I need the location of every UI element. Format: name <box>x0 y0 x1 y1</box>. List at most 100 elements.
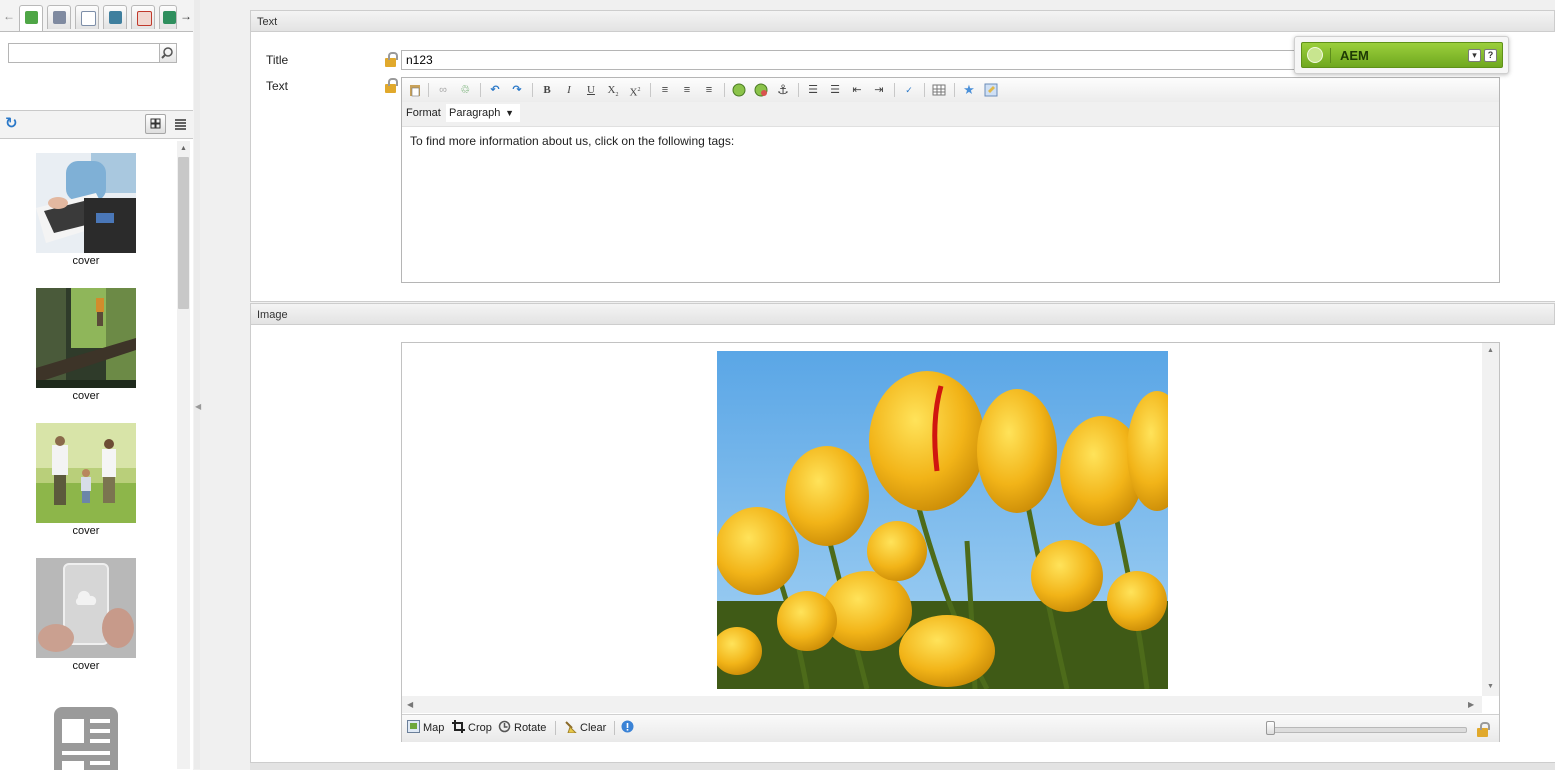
anchor-icon[interactable]: ⚓ <box>776 83 790 97</box>
find-replace-icon[interactable]: ♲ <box>458 83 472 97</box>
collapse-arrow-icon[interactable]: ◀ <box>195 402 201 411</box>
rotate-button[interactable]: Rotate <box>498 720 546 736</box>
image-panel-title: Image <box>257 309 288 321</box>
scroll-up-arrow-icon[interactable]: ▲ <box>1487 347 1494 354</box>
source-edit-icon[interactable] <box>984 83 998 97</box>
asset-item[interactable]: cover <box>36 558 136 672</box>
scroll-down-arrow-icon[interactable]: ▼ <box>1487 683 1494 690</box>
format-label: Format <box>406 107 441 119</box>
remove-link-icon[interactable] <box>754 83 768 97</box>
tab-media[interactable] <box>47 5 71 29</box>
asset-list: cover cover cover cover ▲ <box>0 138 193 770</box>
tab-pages[interactable] <box>159 5 177 29</box>
toolbar-separator <box>555 721 556 735</box>
editor-area: Text Title Text ∞ ♲ ↶ ↷ B I U X2 X2 ≡ ≡ <box>250 10 1555 770</box>
outdent-icon[interactable]: ⇤ <box>850 83 864 97</box>
zoom-slider-thumb[interactable] <box>1266 721 1275 735</box>
table-icon[interactable] <box>932 83 946 97</box>
tab-images[interactable] <box>19 5 43 32</box>
asset-caption: cover <box>72 525 100 537</box>
spellcheck-icon[interactable]: ✓ <box>902 83 916 97</box>
tab-movies[interactable] <box>103 5 127 29</box>
lock-icon[interactable] <box>385 78 398 93</box>
broom-icon <box>565 721 577 733</box>
scroll-up-arrow-icon[interactable]: ▲ <box>180 145 187 152</box>
image-horizontal-scrollbar[interactable]: ◀ ▶ <box>402 696 1482 713</box>
clear-button[interactable]: Clear <box>564 720 606 736</box>
italic-icon[interactable]: I <box>562 83 576 97</box>
rotate-label: Rotate <box>514 722 547 734</box>
tabs-right-arrow-icon[interactable]: → <box>179 8 193 24</box>
info-icon <box>621 720 634 733</box>
scroll-left-arrow-icon[interactable]: ◀ <box>407 700 413 709</box>
align-right-icon[interactable]: ≡ <box>702 83 716 97</box>
scrollbar-thumb[interactable] <box>178 157 189 309</box>
lock-icon[interactable] <box>1477 722 1490 737</box>
asset-item[interactable]: cover <box>36 153 136 267</box>
text-panel-header[interactable]: Text <box>250 10 1555 32</box>
unlink-icon[interactable]: ∞ <box>436 83 450 97</box>
undo-icon[interactable]: ↶ <box>488 83 502 97</box>
family-walking-thumbnail <box>36 423 136 523</box>
map-button[interactable]: Map <box>407 720 444 736</box>
tab-documents[interactable] <box>75 5 99 29</box>
search-input[interactable] <box>8 43 160 63</box>
special-characters-icon[interactable]: ★ <box>962 83 976 97</box>
toolbar-separator <box>798 83 799 97</box>
scroll-right-arrow-icon[interactable]: ▶ <box>1468 700 1474 709</box>
search-button[interactable] <box>160 43 177 63</box>
subscript-icon[interactable]: X2 <box>606 83 620 98</box>
page-template-icon <box>54 707 118 770</box>
numbered-list-icon[interactable]: ☰ <box>828 83 842 97</box>
image-panel-header[interactable]: Image <box>250 303 1555 325</box>
format-selected-value: Paragraph <box>449 107 501 119</box>
zoom-slider[interactable] <box>1267 727 1467 733</box>
image-vertical-scrollbar[interactable]: ▲ ▼ <box>1482 343 1499 696</box>
crop-button[interactable]: Crop <box>452 720 492 736</box>
list-view-button[interactable] <box>170 114 191 134</box>
bold-icon[interactable]: B <box>540 83 554 97</box>
asset-item[interactable]: cover <box>36 288 136 402</box>
toolbar-separator <box>650 83 651 97</box>
tabs-left-arrow-icon[interactable]: ← <box>2 8 16 24</box>
lock-icon[interactable] <box>385 52 398 67</box>
finder-tabs: ← → <box>0 0 194 32</box>
finder-splitter[interactable]: ◀ <box>194 0 201 769</box>
sidekick-collapse-button[interactable]: ▾ <box>1468 49 1481 62</box>
transparent-phone-thumbnail <box>36 558 136 658</box>
asset-item[interactable] <box>36 705 136 770</box>
media-icon <box>53 11 66 24</box>
align-center-icon[interactable]: ≡ <box>680 83 694 97</box>
indent-icon[interactable]: ⇥ <box>872 83 886 97</box>
rich-text-editor[interactable]: ∞ ♲ ↶ ↷ B I U X2 X2 ≡ ≡ ≡ ⚓ ☰ ☰ ⇤ ⇥ ✓ ★ … <box>401 77 1500 283</box>
tab-paragraphs[interactable] <box>131 5 155 29</box>
link-icon[interactable] <box>732 83 746 97</box>
page-icon <box>163 11 176 24</box>
bullet-list-icon[interactable]: ☰ <box>806 83 820 97</box>
grid-view-button[interactable] <box>145 114 166 134</box>
underline-icon[interactable]: U <box>584 83 598 97</box>
paragraph-format-select[interactable]: Paragraph ▼ <box>446 104 520 122</box>
redo-icon[interactable]: ↷ <box>510 83 524 97</box>
toolbar-separator <box>894 83 895 97</box>
align-left-icon[interactable]: ≡ <box>658 83 672 97</box>
superscript-icon[interactable]: X2 <box>628 83 642 99</box>
crop-icon <box>452 720 465 733</box>
map-label: Map <box>423 722 445 734</box>
toolbar-separator <box>614 721 615 735</box>
text-label: Text <box>266 79 289 93</box>
info-button[interactable] <box>621 720 637 736</box>
map-icon <box>407 720 420 733</box>
sidekick-help-button[interactable]: ? <box>1484 49 1497 62</box>
rotate-icon <box>498 720 511 733</box>
asset-list-scrollbar[interactable]: ▲ <box>177 141 190 769</box>
clear-label: Clear <box>580 722 607 734</box>
refresh-icon[interactable]: ↻ <box>5 116 20 131</box>
image-icon <box>25 11 38 24</box>
paste-icon[interactable] <box>408 83 422 97</box>
aem-sidekick[interactable]: AEM ▾ ? <box>1294 36 1509 74</box>
asset-item[interactable]: cover <box>36 423 136 537</box>
rte-content[interactable]: To find more information about us, click… <box>410 134 734 148</box>
yellow-tulips-image[interactable] <box>717 351 1168 689</box>
sidekick-header[interactable]: AEM ▾ ? <box>1301 42 1503 68</box>
